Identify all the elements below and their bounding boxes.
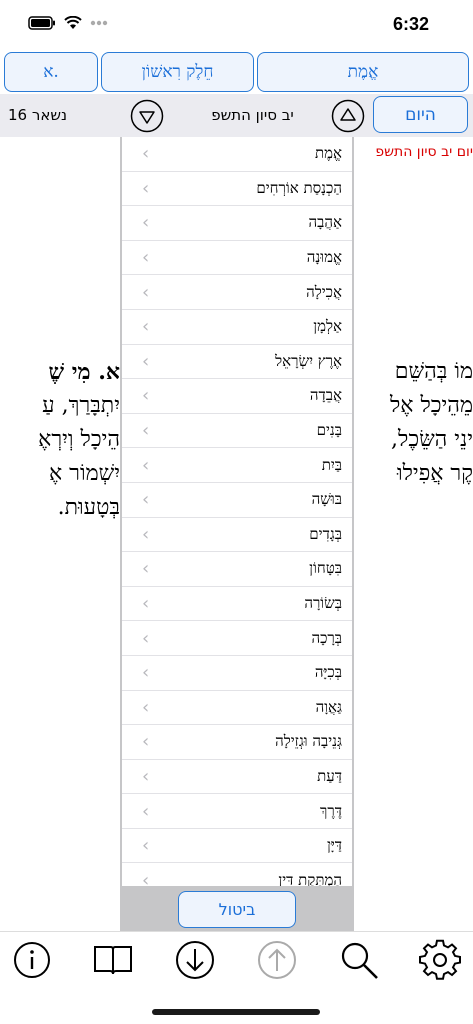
chevron-left-icon: ‹ bbox=[142, 177, 150, 199]
chevron-left-icon: ‹ bbox=[142, 835, 150, 857]
list-item[interactable]: ‹ אֱמוּנָה bbox=[122, 241, 352, 276]
list-item[interactable]: ‹ דֶּרֶךְ bbox=[122, 794, 352, 829]
list-item[interactable]: ‹ בַּיִת bbox=[122, 448, 352, 483]
reading-line: בְּטָעוּת. bbox=[57, 495, 120, 520]
list-item[interactable]: ‹ גְּנֵיבָה וּגְזֵילָה bbox=[122, 725, 352, 760]
list-item[interactable]: ‹ אַלְמָן bbox=[122, 310, 352, 345]
topic-list[interactable]: ‹ אֱמֶת ‹ הַכְנָסַת אוֹרְחִים ‹ אַהֲבָה ‹ אֱ… bbox=[122, 137, 352, 886]
bottom-toolbar bbox=[0, 931, 473, 986]
cancel-button[interactable]: ביטול bbox=[178, 891, 296, 928]
chevron-left-icon: ‹ bbox=[142, 143, 150, 165]
chevron-left-icon: ‹ bbox=[142, 350, 150, 372]
list-item[interactable]: ‹ בָּנִים bbox=[122, 414, 352, 449]
chevron-left-icon: ‹ bbox=[142, 765, 150, 787]
reading-text-right: מוֹ בְּהַשֵּׁם מֵהֵיכָל אֶל ינֵי הַשֵּׂכ… bbox=[353, 355, 473, 491]
chevron-left-icon: ‹ bbox=[142, 558, 150, 580]
list-item[interactable]: ‹ גַּאֲוָה bbox=[122, 691, 352, 726]
book-icon[interactable] bbox=[91, 938, 135, 982]
list-item[interactable]: ‹ בְּשׂוֹרָה bbox=[122, 587, 352, 622]
list-item[interactable]: ‹ הַכְנָסַת אוֹרְחִים bbox=[122, 172, 352, 207]
chevron-left-icon: ‹ bbox=[142, 800, 150, 822]
chevron-left-icon: ‹ bbox=[142, 627, 150, 649]
list-item[interactable]: ‹ בּוּשָׁה bbox=[122, 483, 352, 518]
info-icon[interactable] bbox=[10, 938, 54, 982]
topic-button[interactable]: אֱמֶת bbox=[257, 52, 469, 92]
arrow-up-circle-icon[interactable] bbox=[255, 938, 299, 982]
chevron-left-icon: ‹ bbox=[142, 212, 150, 234]
list-item[interactable]: ‹ אֶרֶץ יִשְׂרָאֵל bbox=[122, 345, 352, 380]
reading-line: קֶר אֲפִילוּ bbox=[397, 461, 473, 486]
search-icon[interactable] bbox=[337, 938, 381, 982]
chevron-left-icon: ‹ bbox=[142, 662, 150, 684]
reading-line: ינֵי הַשֵּׂכֶל, bbox=[391, 427, 473, 452]
section-button[interactable]: א. bbox=[4, 52, 98, 92]
remaining-count: נשאר 16 bbox=[8, 106, 67, 124]
arrow-down-circle-icon[interactable] bbox=[173, 938, 217, 982]
status-time: 6:32 bbox=[392, 14, 429, 34]
list-item[interactable]: ‹ הַמְתָּקַת דִּין bbox=[122, 863, 352, 886]
chevron-left-icon: ‹ bbox=[142, 420, 150, 442]
reading-line: מוֹ בְּהַשֵּׁם bbox=[394, 359, 473, 384]
reading-line: יִתְבָּרַךְ, עַ bbox=[42, 393, 120, 418]
list-item[interactable]: ‹ אֱמֶת bbox=[122, 137, 352, 172]
today-button[interactable]: היום bbox=[373, 96, 468, 133]
part-button[interactable]: חֵלֶק רִאשׁוֹן bbox=[101, 52, 254, 92]
topic-picker: ‹ אֱמֶת ‹ הַכְנָסַת אוֹרְחִים ‹ אַהֲבָה ‹ אֱ… bbox=[120, 137, 354, 931]
triangle-up-button-icon[interactable] bbox=[331, 99, 365, 133]
chevron-left-icon: ‹ bbox=[142, 731, 150, 753]
chevron-left-icon: ‹ bbox=[142, 316, 150, 338]
reading-text-left: א. מִי שֶׁ יִתְבָּרַךְ, עַ הֵיכָל וְיִרְ… bbox=[0, 355, 120, 525]
chevron-left-icon: ‹ bbox=[142, 247, 150, 269]
list-item[interactable]: ‹ בְּכִיָּה bbox=[122, 656, 352, 691]
list-item[interactable]: ‹ בְּרָכָה bbox=[122, 621, 352, 656]
chevron-left-icon: ‹ bbox=[142, 696, 150, 718]
list-item[interactable]: ‹ בְּגָדִים bbox=[122, 518, 352, 553]
battery-icon bbox=[28, 16, 55, 30]
chevron-left-icon: ‹ bbox=[142, 454, 150, 476]
date-label: יב סיון התשפ bbox=[211, 106, 294, 124]
status-bar: 6:32 bbox=[0, 0, 473, 50]
list-item[interactable]: ‹ דַּעַת bbox=[122, 760, 352, 795]
chevron-left-icon: ‹ bbox=[142, 281, 150, 303]
list-item[interactable]: ‹ בִּטָּחוֹן bbox=[122, 552, 352, 587]
reading-line: יִשְׁמוֹר אֶ bbox=[48, 461, 120, 486]
wifi-icon bbox=[64, 16, 82, 29]
current-date-heading: יום יב סיון התשפ bbox=[375, 144, 473, 160]
triangle-down-button-icon[interactable] bbox=[130, 99, 164, 133]
list-item[interactable]: ‹ אַהֲבָה bbox=[122, 206, 352, 241]
gear-icon[interactable] bbox=[418, 938, 462, 982]
signal-dots-icon bbox=[90, 20, 108, 26]
home-indicator bbox=[152, 1009, 320, 1015]
reading-line: מֵהֵיכָל אֶל bbox=[390, 393, 473, 418]
list-item[interactable]: ‹ אֲבֵדָה bbox=[122, 379, 352, 414]
chevron-left-icon: ‹ bbox=[142, 523, 150, 545]
chevron-left-icon: ‹ bbox=[142, 489, 150, 511]
list-item[interactable]: ‹ אֲכִילָה bbox=[122, 275, 352, 310]
list-item[interactable]: ‹ דַּיָּן bbox=[122, 829, 352, 864]
reading-line: הֵיכָל וְיִרְאֶ bbox=[38, 427, 120, 452]
status-icons bbox=[28, 16, 112, 30]
reading-line: א. מִי שֶׁ bbox=[48, 359, 121, 385]
chevron-left-icon: ‹ bbox=[142, 593, 150, 615]
chevron-left-icon: ‹ bbox=[142, 385, 150, 407]
chevron-left-icon: ‹ bbox=[142, 869, 150, 886]
